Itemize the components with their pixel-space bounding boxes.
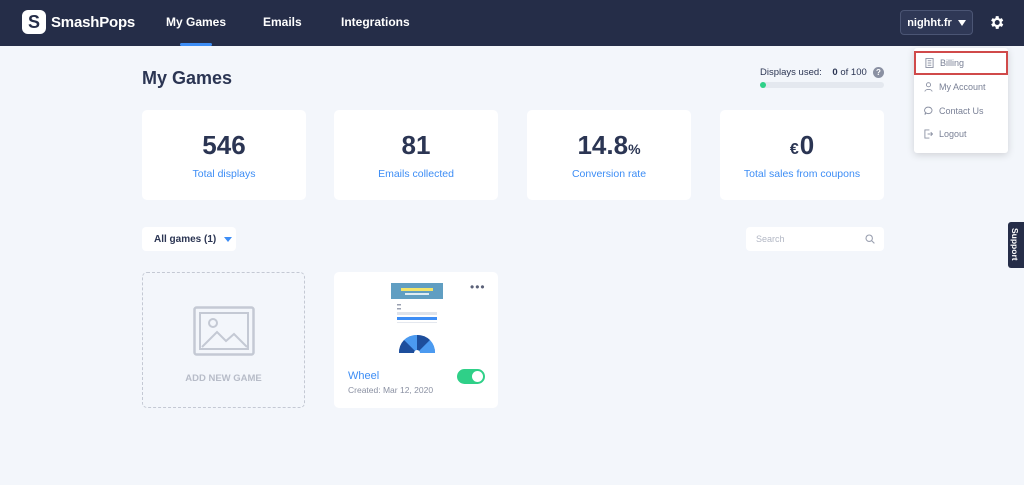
game-enabled-toggle[interactable]	[457, 369, 485, 384]
displays-used-progress-bar	[760, 82, 884, 88]
caret-down-icon	[957, 19, 966, 26]
displays-limit: of 100	[840, 67, 867, 78]
user-icon	[924, 82, 933, 92]
settings-dropdown-menu: Billing My Account Contact Us Logout	[914, 48, 1008, 153]
menu-item-billing[interactable]: Billing	[914, 51, 1008, 75]
nav-emails[interactable]: Emails	[263, 15, 302, 29]
image-placeholder-icon	[193, 306, 255, 356]
stat-card-total-displays: 546 Total displays	[142, 110, 306, 200]
account-site-label: nighht.fr	[907, 16, 952, 29]
logout-icon	[924, 129, 933, 139]
game-created-date: Created: Mar 12, 2020	[348, 385, 434, 395]
gear-icon[interactable]	[988, 14, 1005, 31]
stat-value: 546	[142, 130, 306, 161]
filter-label: All games (1)	[154, 233, 217, 245]
stat-label: Total displays	[192, 168, 256, 180]
displays-used-meter-label: Displays used: 0 of 100	[760, 67, 867, 78]
stat-number: 14.8	[577, 130, 629, 160]
game-thumbnail	[391, 283, 443, 353]
stat-value: 14.8%	[527, 130, 691, 161]
add-new-game-label: ADD NEW GAME	[185, 373, 262, 384]
page-title: My Games	[142, 68, 233, 88]
stat-card-emails-collected: 81 Emails collected	[334, 110, 498, 200]
stat-label: Total sales from coupons	[743, 168, 861, 180]
stat-number: 81	[401, 130, 431, 160]
stat-card-conversion-rate: 14.8% Conversion rate	[527, 110, 691, 200]
receipt-icon	[925, 58, 934, 68]
app-logo[interactable]: S SmashPops	[22, 10, 135, 34]
stat-label: Conversion rate	[571, 168, 647, 180]
displays-used-progress-fill	[760, 82, 767, 88]
stat-value: €0	[720, 130, 884, 161]
logo-mark-icon: S	[22, 10, 46, 34]
stat-label: Emails collected	[378, 168, 454, 180]
menu-item-label: Billing	[940, 58, 965, 68]
menu-item-my-account[interactable]: My Account	[914, 76, 1008, 98]
caret-down-icon	[224, 236, 233, 242]
support-label: Support	[1010, 228, 1020, 261]
add-new-game-card[interactable]: ADD NEW GAME	[142, 272, 305, 408]
help-icon[interactable]: ?	[873, 67, 884, 78]
menu-item-label: Contact Us	[939, 106, 984, 116]
game-card[interactable]: ••• Wheel Created: Mar 12, 2020	[334, 272, 498, 408]
game-name-link[interactable]: Wheel	[348, 370, 379, 382]
stat-currency: €	[789, 141, 799, 158]
search-input[interactable]	[746, 227, 884, 251]
displays-used-count: 0	[832, 67, 838, 78]
search-icon	[865, 234, 875, 244]
stat-number: 546	[202, 130, 246, 160]
games-filter-dropdown[interactable]: All games (1)	[142, 227, 236, 251]
menu-item-logout[interactable]: Logout	[914, 123, 1008, 145]
stat-value: 81	[334, 130, 498, 161]
top-navigation-bar: S SmashPops My Games Emails Integrations…	[0, 0, 1024, 46]
menu-item-label: Logout	[939, 129, 967, 139]
more-options-icon[interactable]: •••	[470, 280, 486, 294]
stat-number: 0	[799, 130, 815, 160]
chat-bubble-icon	[924, 106, 933, 115]
account-selector-button[interactable]: nighht.fr	[900, 10, 973, 35]
nav-integrations[interactable]: Integrations	[341, 15, 410, 29]
nav-my-games[interactable]: My Games	[166, 15, 226, 46]
menu-item-label: My Account	[939, 82, 986, 92]
stat-suffix: %	[628, 141, 641, 157]
displays-used-label: Displays used:	[760, 67, 822, 78]
app-name: SmashPops	[51, 13, 136, 31]
support-tab[interactable]: Support	[1008, 222, 1024, 268]
menu-item-contact-us[interactable]: Contact Us	[914, 100, 1008, 122]
stat-card-total-sales: €0 Total sales from coupons	[720, 110, 884, 200]
